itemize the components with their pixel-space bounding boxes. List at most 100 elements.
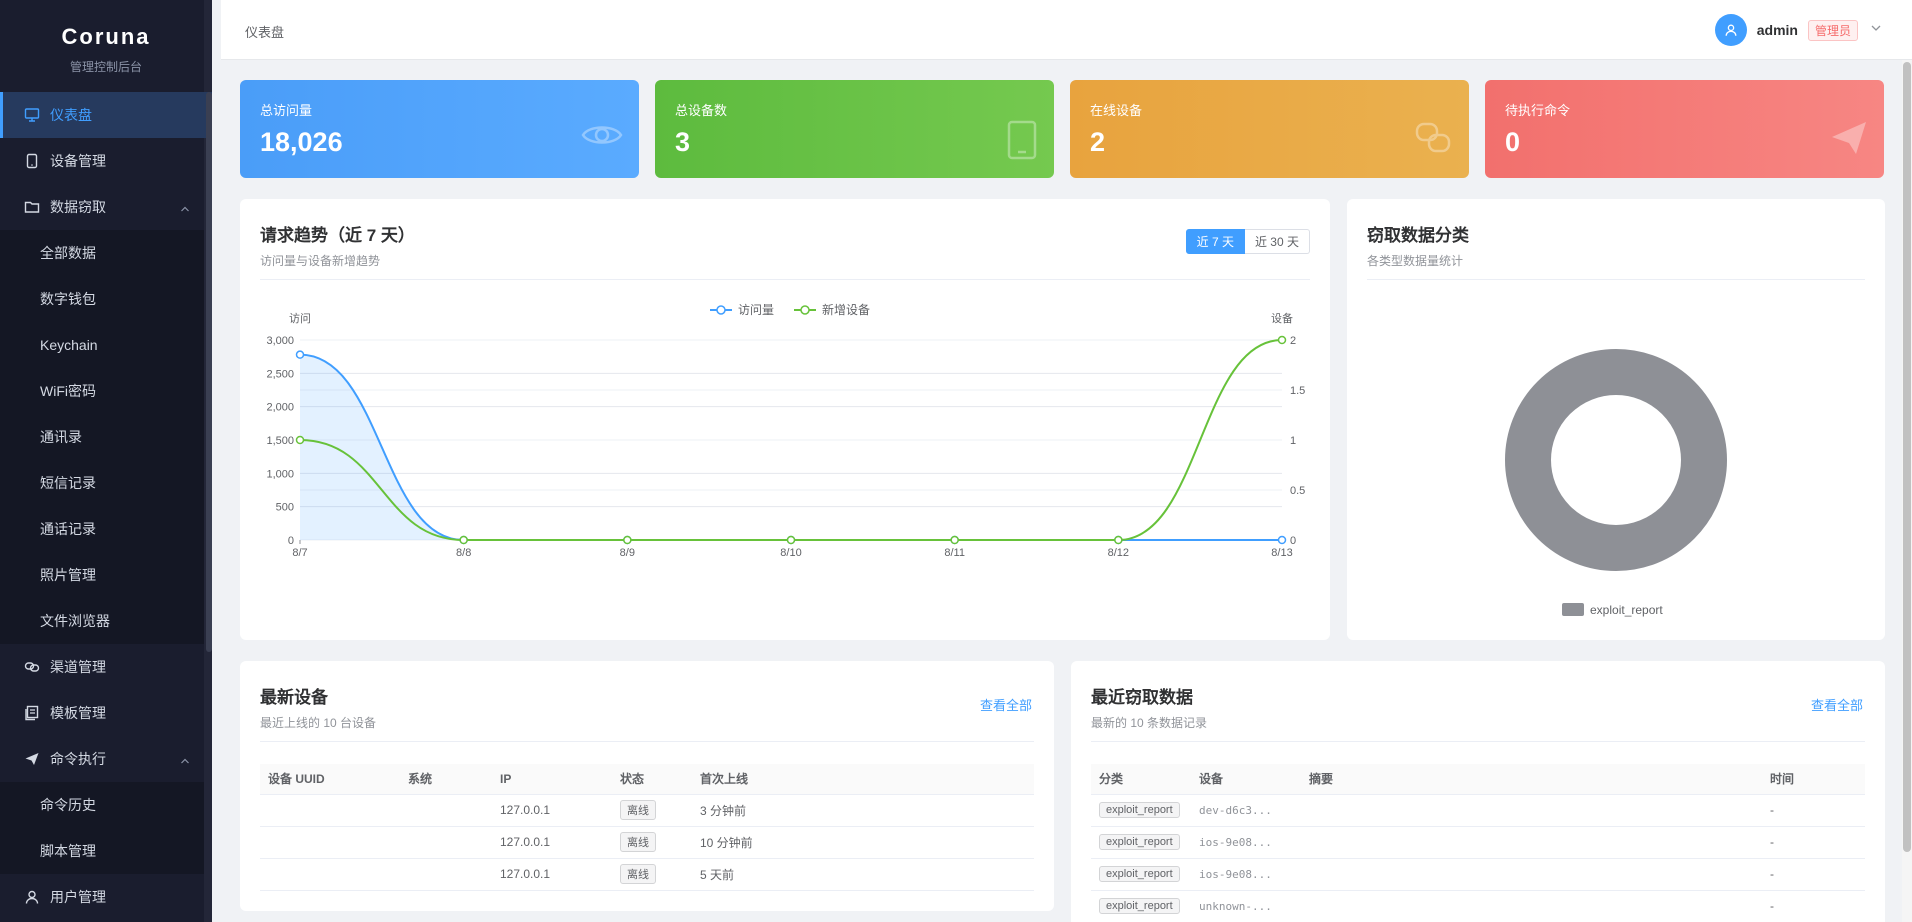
trend-title: 请求趋势（近 7 天） [260,226,415,245]
stat-value: 0 [1505,127,1521,157]
app-title: Coruna [61,24,151,49]
sidebar-item-templates[interactable]: 模板管理 [0,690,212,736]
sidebar-subitem-wallet[interactable]: 数字钱包 [0,276,212,322]
cell-device: ios-9e08... [1191,858,1301,891]
sidebar-item-dashboard[interactable]: 仪表盘 [0,92,212,138]
range-7-days-button[interactable]: 近 7 天 [1185,229,1245,254]
recent-view-all-link[interactable]: 查看全部 [1811,695,1863,714]
sidebar-subitem-calls[interactable]: 通话记录 [0,506,212,552]
col-ip[interactable]: IP [492,764,612,795]
col-os[interactable]: 系统 [400,764,492,795]
chevron-down-icon[interactable] [1870,21,1882,39]
table-row[interactable]: exploit_report ios-9e08... - [1091,826,1865,859]
y-tick-right: 1 [1290,435,1296,447]
sidebar-item-label: 渠道管理 [50,659,106,675]
category-tag: exploit_report [1099,898,1180,914]
sidebar-subitem-contacts[interactable]: 通讯录 [0,414,212,460]
cell-ip: 127.0.0.1 [492,826,612,859]
category-tag: exploit_report [1099,866,1180,882]
sidebar-subitem-files[interactable]: 文件浏览器 [0,598,212,644]
table-row[interactable]: 127.0.0.1 离线 3 分钟前 [260,794,1034,827]
avatar[interactable] [1714,14,1747,46]
sidebar-scrollbar-thumb[interactable] [206,92,212,652]
data-point [623,535,632,545]
table-row[interactable]: 127.0.0.1 离线 5 天前 [260,858,1034,891]
col-device[interactable]: 设备 [1191,764,1301,795]
cell-device: ios-9e08... [1191,826,1301,859]
role-badge: 管理员 [1807,19,1858,41]
chevron-up-icon [180,201,190,217]
stat-card-pending-commands: 待执行命令 0 [1485,80,1884,178]
sidebar-item-label: 命令执行 [50,751,106,767]
trend-chart: 0 500 1,000 1,500 2,000 2,500 3,000 0 0.5 1 1.5 2 访问… [266,302,1305,559]
y-tick-left: 500 [276,502,294,514]
range-toggle: 近 7 天 近 30 天 [1185,229,1310,254]
x-tick-label: 8/8 [456,547,471,559]
breadcrumb[interactable]: 仪表盘 [245,22,284,41]
col-status[interactable]: 状态 [612,764,692,795]
stat-card-online-devices: 在线设备 2 [1070,80,1469,178]
col-device-uuid[interactable]: 设备 UUID [260,764,400,795]
y-tick-left: 3,000 [266,335,294,347]
col-time[interactable]: 时间 [1762,764,1865,795]
page-scrollbar-thumb[interactable] [1903,62,1911,852]
sidebar-item-devices[interactable]: 设备管理 [0,138,212,184]
cell-summary [1301,794,1762,827]
sidebar-subitem-scripts[interactable]: 脚本管理 [0,828,212,874]
recent-title: 最近窃取数据 [1091,688,1193,707]
cell-ip: 127.0.0.1 [492,794,612,827]
stat-label: 总设备数 [675,103,728,118]
category-tag: exploit_report [1099,802,1180,818]
latest-devices-card: 最新设备 最近上线的 10 台设备 查看全部 设备 UUID 系统 IP 状态 … [240,661,1054,911]
sidebar-item-label: 用户管理 [50,889,106,905]
series-line-0 [299,353,1282,541]
table-row[interactable]: exploit_report ios-9e08... - [1091,858,1865,891]
sidebar-subitem-photos[interactable]: 照片管理 [0,552,212,598]
range-30-days-button[interactable]: 近 30 天 [1244,229,1310,254]
data-point [1114,535,1123,545]
cell-device: dev-d6c3... [1191,794,1301,827]
table-header-row: 设备 UUID 系统 IP 状态 首次上线 [260,764,1034,795]
stat-value: 18,026 [260,127,343,157]
y-axis-label-left: 访问 [289,312,311,325]
col-first-online[interactable]: 首次上线 [692,764,1034,795]
devices-view-all-link[interactable]: 查看全部 [980,695,1032,714]
sidebar-subitem-command-history[interactable]: 命令历史 [0,782,212,828]
sidebar-subnav-commands: 命令历史 脚本管理 [0,782,212,874]
user-menu[interactable]: admin 管理员 [1714,14,1882,46]
y-tick-right: 0 [1290,535,1296,547]
cell-uuid [260,794,400,827]
table-row[interactable]: exploit_report dev-d6c3... - [1091,794,1865,827]
sidebar-item-data-theft[interactable]: 数据窃取 [0,184,212,230]
username[interactable]: admin [1757,22,1798,38]
sidebar-item-label: 数据窃取 [50,199,106,215]
sidebar-subitem-all-data[interactable]: 全部数据 [0,230,212,276]
table-row[interactable]: 127.0.0.1 离线 10 分钟前 [260,826,1034,859]
series-area-0 [300,354,1282,540]
status-badge: 离线 [620,832,656,852]
cell-first-online: 5 天前 [692,858,1034,891]
cell-uuid [260,826,400,859]
sidebar-item-users[interactable]: 用户管理 [0,874,212,920]
col-category[interactable]: 分类 [1091,764,1191,795]
sidebar-subitem-keychain[interactable]: Keychain [0,322,212,368]
sidebar-subitem-sms[interactable]: 短信记录 [0,460,212,506]
cell-ip: 127.0.0.1 [492,858,612,891]
cell-summary [1301,826,1762,859]
status-badge: 离线 [620,864,656,884]
user-icon [24,889,40,905]
data-point [295,350,305,359]
y-tick-right: 0.5 [1290,485,1305,497]
col-summary[interactable]: 摘要 [1301,764,1762,795]
sidebar-item-channels[interactable]: 渠道管理 [0,644,212,690]
sidebar-subitem-wifi[interactable]: WiFi密码 [0,368,212,414]
sidebar-item-commands[interactable]: 命令执行 [0,736,212,782]
sidebar-item-label: 设备管理 [50,153,106,169]
data-point [295,435,305,445]
sidebar-subnav-data-theft: 全部数据 数字钱包 Keychain WiFi密码 通讯录 短信记录 通话记录 … [0,230,212,644]
y-tick-left: 0 [288,535,294,547]
sidebar: Coruna 管理控制后台 仪表盘 设备管理 数据窃取 全部数据 数字钱包 Ke… [0,0,212,922]
stat-value: 2 [1090,127,1106,157]
table-row[interactable]: exploit_report unknown-... - [1091,890,1865,922]
data-point [1277,335,1287,345]
